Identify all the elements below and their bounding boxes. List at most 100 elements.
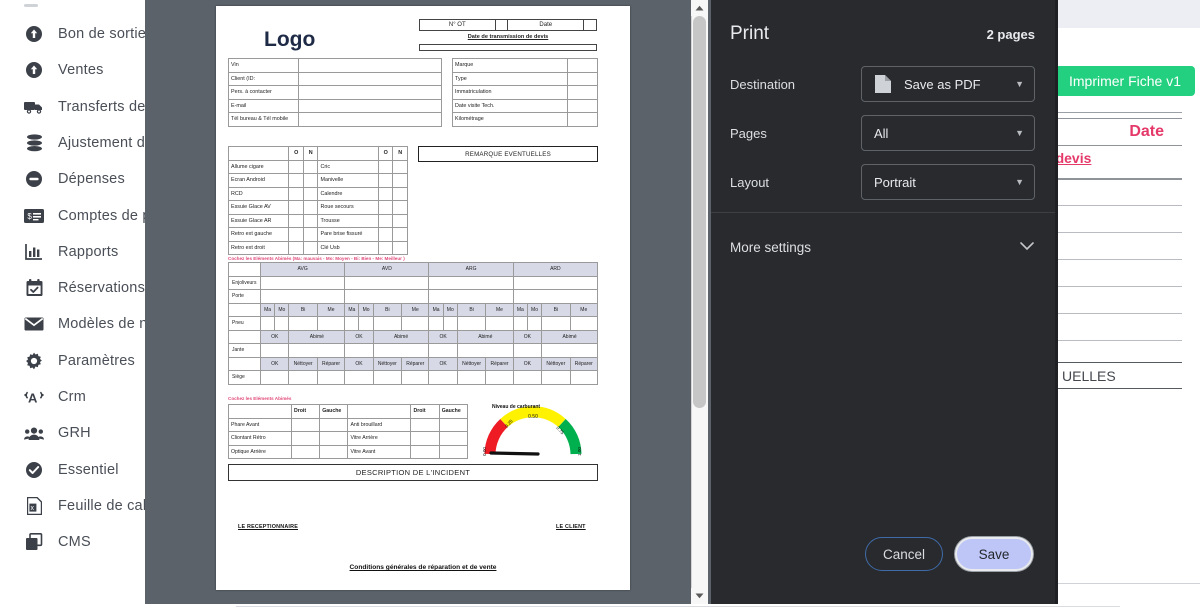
doc-abimes-cell[interactable]: [512, 316, 528, 331]
doc-abimes-cell[interactable]: [274, 316, 290, 331]
doc-abimes-cell[interactable]: [456, 343, 514, 358]
doc-option-o[interactable]: [377, 200, 394, 215]
doc-option-o[interactable]: [377, 213, 394, 228]
doc-abimes-cell[interactable]: [428, 289, 514, 304]
destination-select[interactable]: Save as PDF ▼: [861, 66, 1035, 102]
preview-scroll-down-arrow[interactable]: [691, 588, 708, 604]
doc-phares-gauche[interactable]: [438, 417, 469, 432]
doc-abimes-cell[interactable]: [344, 343, 374, 358]
doc-remarque-box: REMARQUE EVENTUELLES: [418, 146, 598, 162]
doc-abimes-cell[interactable]: [372, 370, 403, 385]
doc-phares-name: Cliontant Rétro: [228, 431, 292, 446]
pages-select[interactable]: All ▼: [861, 115, 1035, 151]
layout-select[interactable]: Portrait ▼: [861, 164, 1035, 200]
doc-option-o[interactable]: [288, 240, 304, 255]
doc-option-n[interactable]: [392, 227, 408, 242]
doc-abimes-cell[interactable]: [288, 370, 318, 385]
doc-option-n[interactable]: [302, 159, 319, 174]
doc-option-n[interactable]: [392, 173, 408, 188]
upload-circle-icon: [24, 60, 44, 80]
doc-option-o[interactable]: [288, 186, 304, 201]
doc-phares-droit[interactable]: [410, 444, 440, 459]
doc-abimes-cell[interactable]: [401, 316, 430, 331]
doc-abimes-cell[interactable]: [428, 343, 458, 358]
doc-phares-droit[interactable]: [410, 431, 440, 446]
doc-option-o[interactable]: [288, 159, 304, 174]
doc-abimes-cell[interactable]: [344, 370, 374, 385]
cancel-button[interactable]: Cancel: [865, 537, 943, 571]
doc-option-n[interactable]: [302, 213, 319, 228]
doc-option-o[interactable]: [288, 173, 304, 188]
doc-abimes-cell[interactable]: [526, 316, 543, 331]
table-row: Tél bureau & Tél mobile: [228, 112, 442, 127]
doc-phares-gauche[interactable]: [319, 431, 349, 446]
preview-scroll-up-arrow[interactable]: [691, 0, 708, 16]
doc-option-o[interactable]: [288, 200, 304, 215]
doc-phares-droit[interactable]: [410, 417, 440, 432]
doc-option-n[interactable]: [392, 240, 408, 255]
doc-abimes-cell[interactable]: [512, 275, 599, 290]
doc-abimes-cell[interactable]: [344, 289, 430, 304]
doc-abimes-cell[interactable]: [344, 316, 360, 331]
doc-option-o[interactable]: [377, 159, 394, 174]
doc-abimes-cell[interactable]: [456, 316, 487, 331]
doc-abimes-cell[interactable]: [401, 370, 430, 385]
doc-option-o[interactable]: [377, 240, 394, 255]
doc-abimes-cell[interactable]: [316, 316, 346, 331]
doc-abimes-cell[interactable]: [259, 289, 346, 304]
doc-abimes-cell[interactable]: [569, 370, 599, 385]
doc-option-n[interactable]: [302, 173, 319, 188]
doc-phares-droit[interactable]: [290, 444, 321, 459]
doc-abimes-cell[interactable]: [344, 275, 430, 290]
doc-abimes-cell[interactable]: [288, 343, 346, 358]
doc-abimes-cell[interactable]: [428, 275, 514, 290]
doc-option-o[interactable]: [288, 227, 304, 242]
doc-abimes-cell[interactable]: [541, 316, 571, 331]
doc-abimes-cell[interactable]: [512, 370, 543, 385]
doc-phares-gauche[interactable]: [438, 444, 469, 459]
doc-phares-gauche[interactable]: [319, 444, 349, 459]
doc-abimes-cell[interactable]: [288, 316, 318, 331]
more-settings-row[interactable]: More settings: [711, 228, 1055, 266]
doc-abimes-grade: Ma: [259, 302, 276, 317]
doc-abimes-cell[interactable]: [428, 316, 444, 331]
doc-option-o[interactable]: [377, 186, 394, 201]
doc-abimes-cell[interactable]: [259, 275, 346, 290]
doc-option-n[interactable]: [302, 240, 319, 255]
doc-abimes-cell[interactable]: [512, 343, 543, 358]
doc-abimes-cell[interactable]: [259, 343, 290, 358]
doc-phares-gauche[interactable]: [438, 431, 469, 446]
doc-option-n[interactable]: [302, 200, 319, 215]
doc-option-o[interactable]: [377, 227, 394, 242]
doc-abimes-cell[interactable]: [541, 370, 571, 385]
doc-phares-gauche[interactable]: [319, 417, 349, 432]
doc-phares-droit[interactable]: [290, 417, 321, 432]
doc-option-n[interactable]: [302, 186, 319, 201]
doc-phares-droit[interactable]: [290, 431, 321, 446]
doc-abimes-cell[interactable]: [442, 316, 458, 331]
doc-abimes-cell[interactable]: [316, 370, 346, 385]
doc-abimes-cell[interactable]: [428, 370, 458, 385]
doc-option-n[interactable]: [392, 213, 408, 228]
imprimer-fiche-button[interactable]: Imprimer Fiche v1: [1055, 66, 1196, 96]
doc-abimes-cell[interactable]: [259, 370, 290, 385]
doc-option-o[interactable]: [377, 173, 394, 188]
preview-scrollbar-thumb[interactable]: [693, 16, 706, 408]
doc-abimes-cell[interactable]: [541, 343, 598, 358]
doc-abimes-cell[interactable]: [569, 316, 599, 331]
doc-option-n[interactable]: [392, 186, 408, 201]
doc-option-n[interactable]: [392, 159, 408, 174]
doc-option-n[interactable]: [392, 200, 408, 215]
doc-abimes-cell[interactable]: [358, 316, 374, 331]
doc-option-o[interactable]: [288, 213, 304, 228]
fuel-gauge: Niveau de carburant 0.50 0.25 0.75 0.00 …: [478, 404, 588, 466]
doc-abimes-cell[interactable]: [372, 343, 430, 358]
doc-abimes-cell[interactable]: [485, 316, 514, 331]
doc-abimes-cell[interactable]: [259, 316, 276, 331]
doc-abimes-cell[interactable]: [512, 289, 599, 304]
doc-abimes-cell[interactable]: [456, 370, 487, 385]
save-button[interactable]: Save: [955, 537, 1033, 571]
doc-option-n[interactable]: [302, 227, 319, 242]
doc-abimes-cell[interactable]: [485, 370, 514, 385]
doc-abimes-cell[interactable]: [372, 316, 403, 331]
